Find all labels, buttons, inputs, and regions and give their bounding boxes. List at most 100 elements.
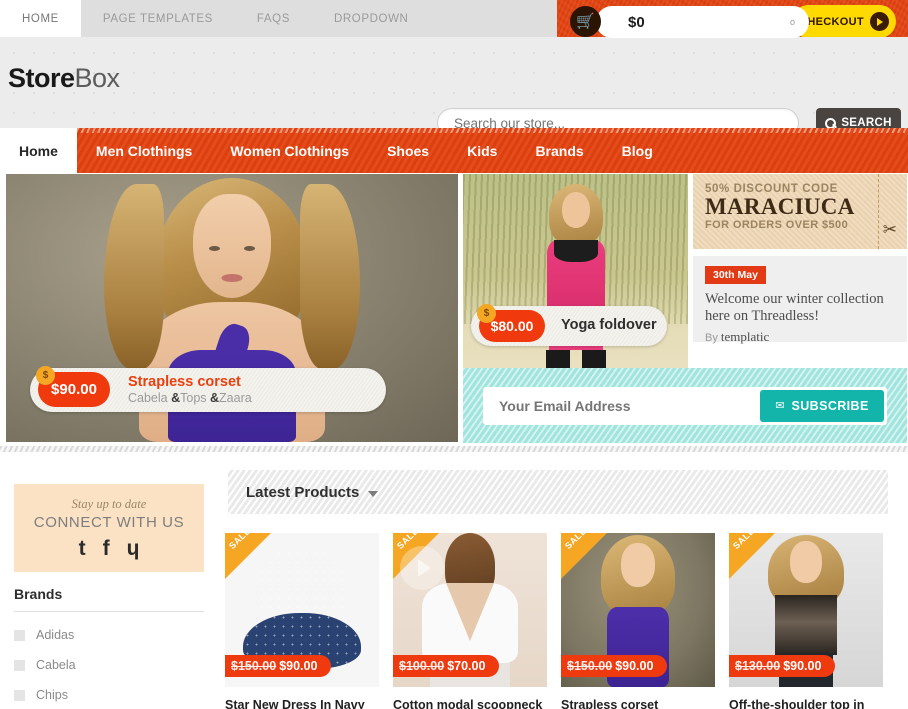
nav-item-brands[interactable]: Brands <box>516 128 602 173</box>
product-new-price: $90.00 <box>615 659 654 673</box>
nav-item-shoes[interactable]: Shoes <box>368 128 448 173</box>
hero-price-badge: $ $90.00 <box>36 366 110 407</box>
rss-icon[interactable]: ɥ <box>127 538 140 559</box>
facebook-icon[interactable]: f <box>103 538 110 559</box>
scissors-icon: ✂ <box>882 220 897 239</box>
site-header: StoreBox SEARCH <box>0 37 908 138</box>
product-old-price: $130.00 <box>735 659 781 673</box>
brand-label: Cabela <box>36 658 76 672</box>
hero-sub-c: Zaara <box>219 391 252 406</box>
nav-item-home[interactable]: Home <box>0 128 77 173</box>
product-card[interactable]: SALE $150.00 $90.00 Star New Dress In Nav… <box>225 533 379 709</box>
newsletter-signup: ✉ SUBSCRIBE <box>463 368 907 443</box>
brand-label: Adidas <box>36 628 75 642</box>
nav-item-women-clothings[interactable]: Women Clothings <box>211 128 368 173</box>
logo-bold-part: Store <box>8 63 75 93</box>
topnav-item-dropdown[interactable]: DROPDOWN <box>312 0 430 37</box>
secondary-caption-texts: Yoga foldover <box>561 317 657 334</box>
product-new-price: $90.00 <box>279 659 318 673</box>
product-price-tag: $150.00 $90.00 <box>561 655 668 677</box>
play-arrow-icon <box>869 12 889 31</box>
nav-item-blog[interactable]: Blog <box>603 128 672 173</box>
checkbox-icon[interactable] <box>14 689 25 701</box>
news-author: templatic <box>720 328 770 344</box>
content-right-edge <box>892 452 908 709</box>
site-logo[interactable]: StoreBox <box>8 63 120 94</box>
secondary-title[interactable]: Yoga foldover <box>561 317 657 334</box>
topnav-item-home[interactable]: HOME <box>0 0 81 37</box>
product-title[interactable]: Strapless corset <box>561 697 715 709</box>
hero-sub-a: Cabela <box>128 391 172 406</box>
twitter-icon[interactable]: t <box>79 538 86 559</box>
storefront-page: HOME PAGE TEMPLATES FAQS DROPDOWN 🛒 $0 o… <box>0 0 908 709</box>
nav-item-kids[interactable]: Kids <box>448 128 516 173</box>
product-price-tag: $100.00 $70.00 <box>393 655 500 677</box>
hero-sub-amp1: & <box>171 391 181 406</box>
product-title[interactable]: Off-the-shoulder top in leopard <box>729 697 883 709</box>
brand-filter-adidas[interactable]: Adidas <box>14 628 204 642</box>
product-image[interactable]: SALE $150.00 $90.00 <box>561 533 715 687</box>
brand-filter-chips[interactable]: Chips <box>14 688 204 702</box>
topnav-item-page-templates[interactable]: PAGE TEMPLATES <box>81 0 235 37</box>
brands-widget: Brands Adidas Cabela Chips <box>14 586 204 702</box>
news-by-label: By <box>705 331 718 344</box>
product-new-price: $70.00 <box>447 659 486 673</box>
news-headline[interactable]: Welcome our winter collection here on Th… <box>705 291 895 326</box>
subscribe-label: SUBSCRIBE <box>791 398 869 413</box>
product-title[interactable]: Cotton modal scoopneck top <box>393 697 547 709</box>
brands-widget-title: Brands <box>14 586 63 602</box>
hero-sub-amp2: & <box>210 391 220 406</box>
latest-products-label: Latest Products <box>246 483 360 501</box>
news-date-badge: 30th May <box>705 266 766 284</box>
product-card[interactable]: SALE $150.00 $90.00 Strapless corset <box>561 533 715 709</box>
hero-title[interactable]: Strapless corset <box>128 374 252 391</box>
product-image[interactable]: SALE $150.00 $90.00 <box>225 533 379 687</box>
nav-item-men-clothings[interactable]: Men Clothings <box>77 128 211 173</box>
hero-caption: $ $90.00 Strapless corset Cabela &Tops &… <box>30 366 386 412</box>
subscribe-button[interactable]: ✉ SUBSCRIBE <box>760 389 884 422</box>
envelope-icon: ✉ <box>775 400 785 412</box>
product-card[interactable]: SALE $130.00 $90.00 Off-the-shoulder top … <box>729 533 883 709</box>
checkbox-icon[interactable] <box>14 659 25 671</box>
section-divider <box>0 446 908 452</box>
product-image[interactable]: SALE $130.00 $90.00 <box>729 533 883 687</box>
hero-slider[interactable]: $ $90.00 Strapless corset Cabela &Tops &… <box>6 174 458 442</box>
product-title[interactable]: Star New Dress In Navy <box>225 697 379 709</box>
slider-next-arrow-icon[interactable] <box>400 546 444 590</box>
checkbox-icon[interactable] <box>14 629 25 641</box>
cart-amount: $0 <box>628 13 645 31</box>
featured-area: $ $90.00 Strapless corset Cabela &Tops &… <box>0 173 908 590</box>
newsletter-input-wrapper: ✉ SUBSCRIBE <box>483 386 887 425</box>
dollar-icon: $ <box>477 304 496 323</box>
secondary-slider-caption: $ $80.00 Yoga foldover <box>471 304 667 346</box>
brand-filter-cabela[interactable]: Cabela <box>14 658 204 672</box>
latest-products-header[interactable]: Latest Products <box>228 470 888 514</box>
main-navigation-bar: Home Men Clothings Women Clothings Shoes… <box>0 128 908 173</box>
discount-coupon: 50% DISCOUNT CODE MARACIUCA FOR ORDERS O… <box>693 174 907 249</box>
brand-label: Chips <box>36 688 68 702</box>
secondary-price: $80.00 <box>490 318 534 334</box>
connect-with-us-widget: Stay up to date CONNECT WITH US t f ɥ <box>14 484 204 572</box>
hero-sub-b: Tops <box>180 391 211 406</box>
social-icons: t f ɥ <box>79 538 140 559</box>
email-field[interactable] <box>497 396 760 415</box>
product-old-price: $150.00 <box>567 659 613 673</box>
product-new-price: $90.00 <box>783 659 822 673</box>
product-old-price: $150.00 <box>231 659 277 673</box>
chevron-down-icon[interactable] <box>368 490 379 497</box>
news-byline: By templatic <box>705 329 895 345</box>
brands-divider <box>14 611 204 612</box>
coupon-dashed-line <box>878 174 879 249</box>
main-navigation: Home Men Clothings Women Clothings Shoes… <box>0 128 908 173</box>
cart-total-pill[interactable]: $0 o <box>596 6 809 38</box>
hero-subtitle: Cabela &Tops &Zaara <box>128 391 252 406</box>
dollar-icon: $ <box>36 366 55 385</box>
hero-caption-texts: Strapless corset Cabela &Tops &Zaara <box>128 374 252 406</box>
topnav-item-faqs[interactable]: FAQS <box>235 0 312 37</box>
connect-subtitle: Stay up to date <box>71 497 147 511</box>
hero-price: $90.00 <box>51 381 97 398</box>
news-block: 30th May Welcome our winter collection h… <box>693 256 907 345</box>
cart-glyph: 🛒 <box>576 13 595 30</box>
shopping-cart-icon[interactable]: 🛒 <box>570 6 601 37</box>
coupon-code: MARACIUCA <box>705 194 855 219</box>
